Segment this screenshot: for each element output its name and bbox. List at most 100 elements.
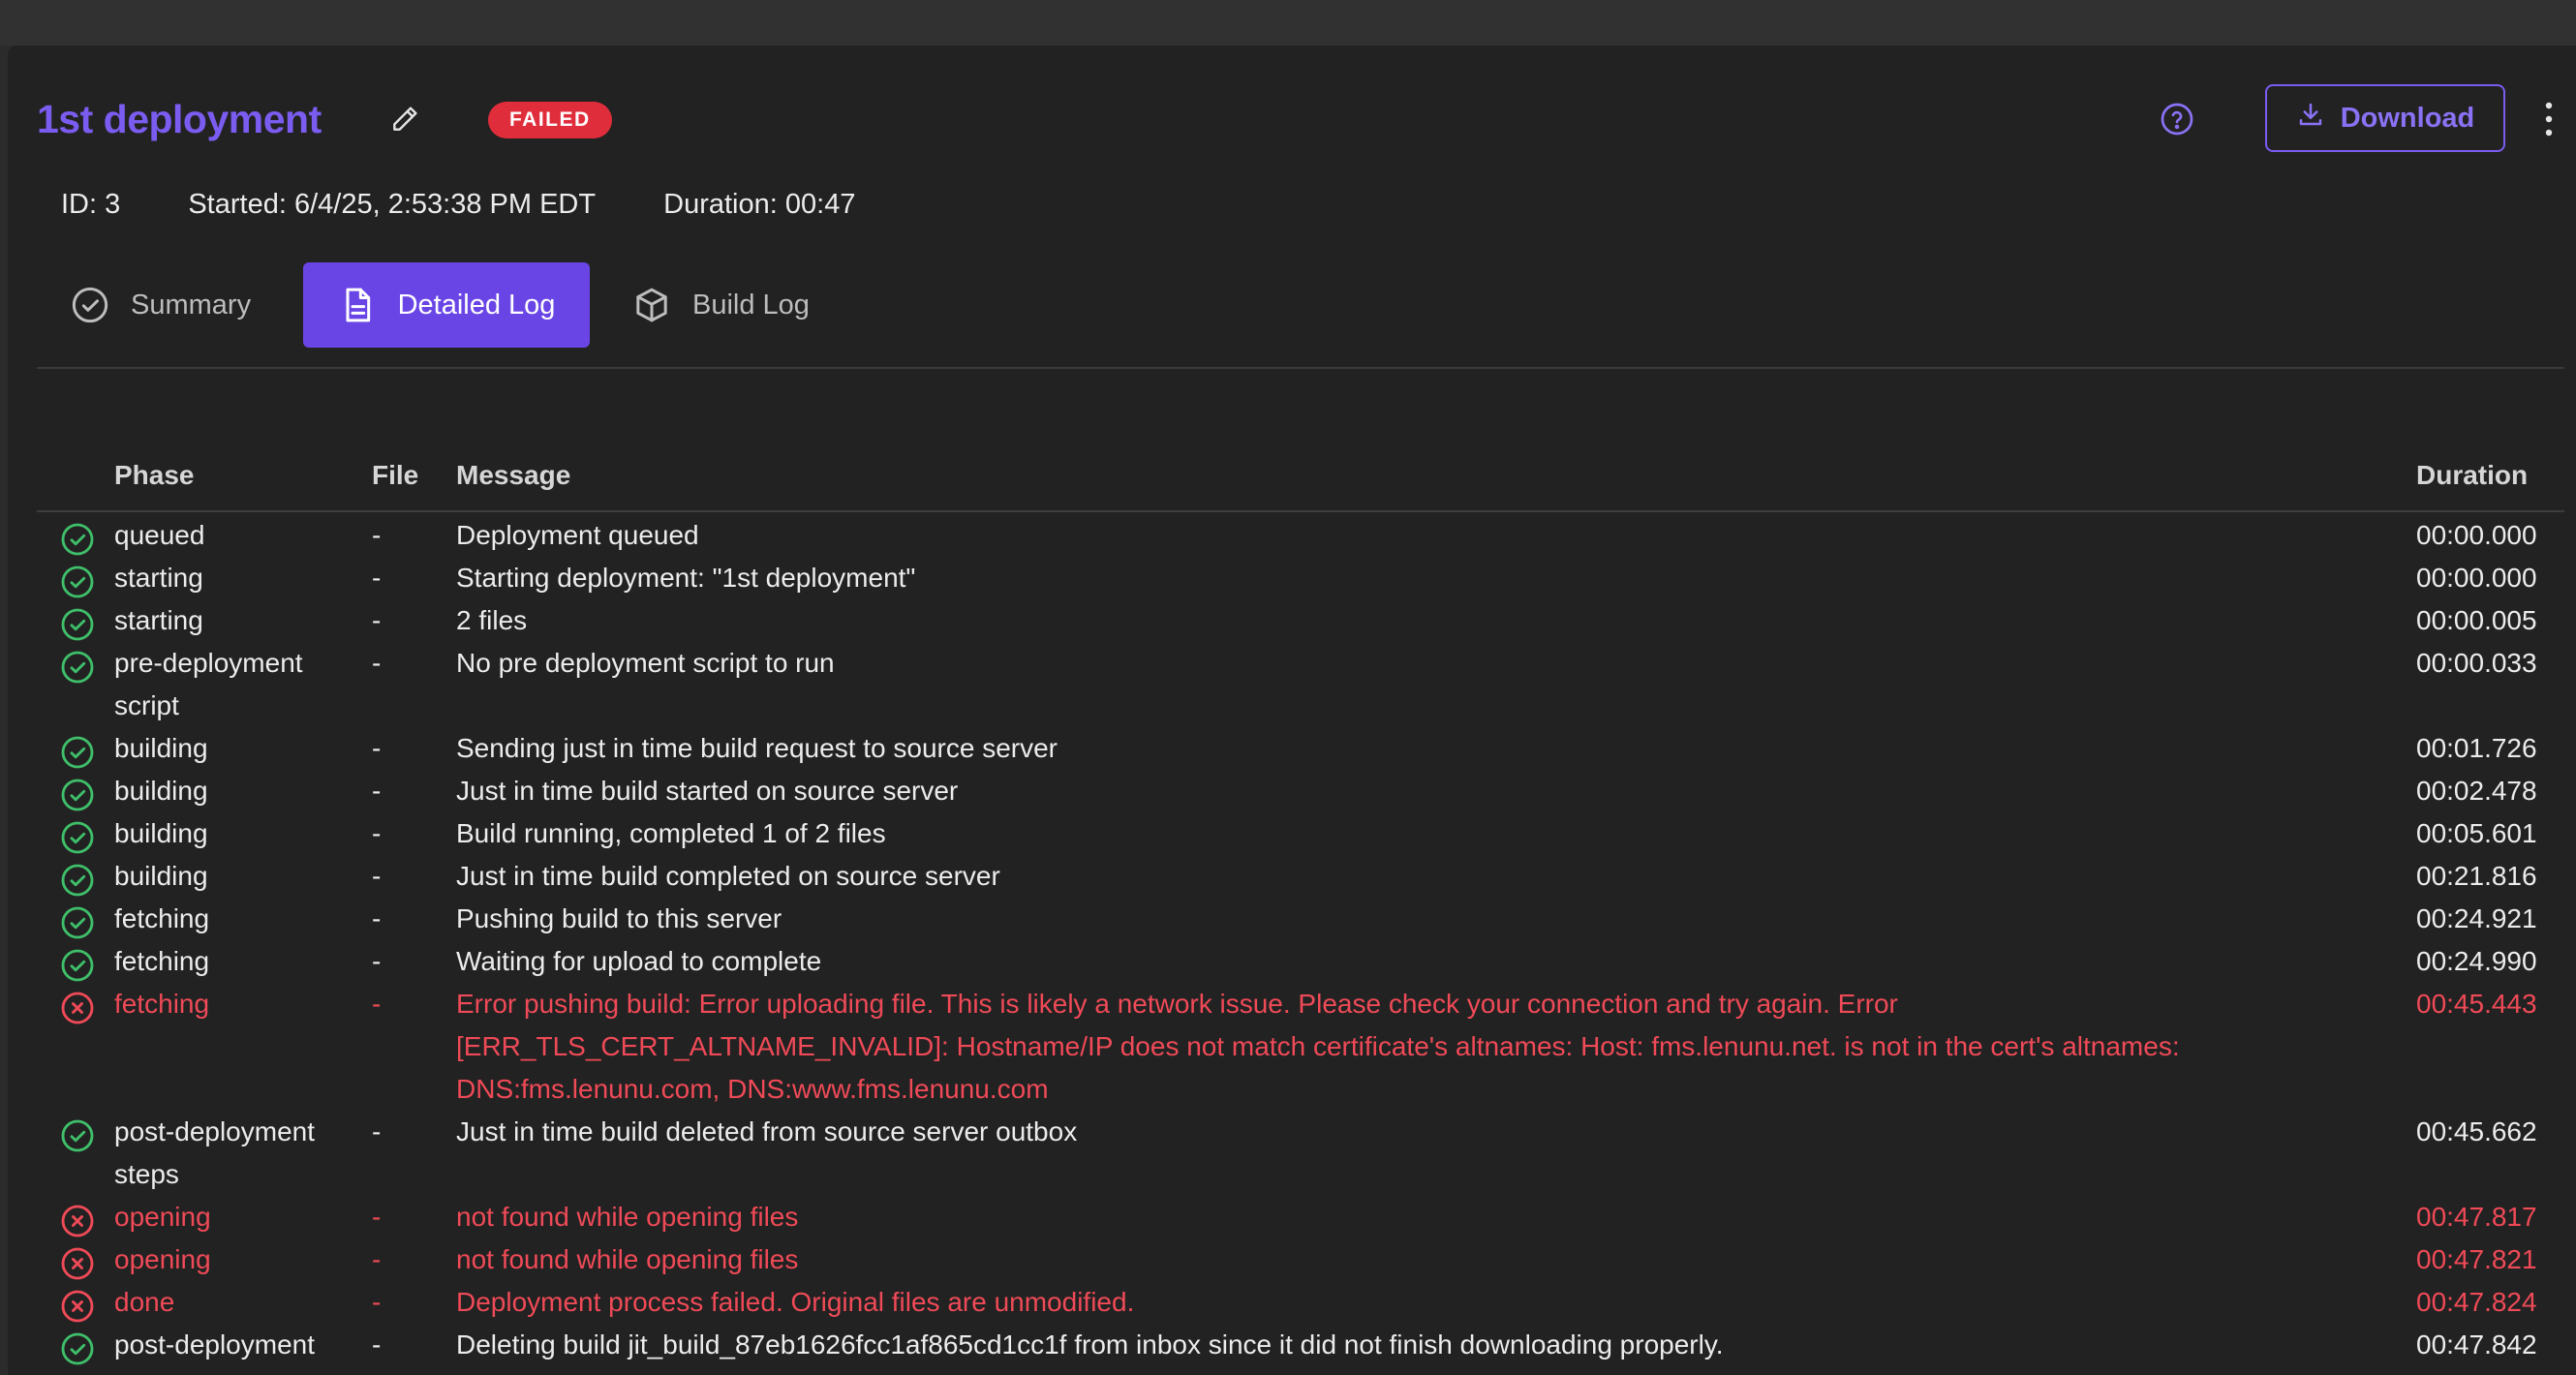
phase-cell: fetching: [114, 903, 210, 933]
message-cell: Just in time build started on source ser…: [456, 776, 959, 806]
message-cell: not found while opening files: [456, 1202, 799, 1232]
error-circle-icon: [60, 991, 95, 1025]
file-cell: -: [372, 1287, 382, 1317]
table-row: starting - 2 files 00:00.005: [37, 599, 2564, 642]
file-cell: -: [372, 946, 382, 976]
message-cell: Deployment queued: [456, 520, 699, 550]
table-row: post-deployment steps - Deleting build jit…: [37, 1324, 2564, 1375]
tab-summary[interactable]: Summary: [71, 262, 264, 348]
duration-cell: 00:21.816: [2416, 861, 2537, 891]
download-label: Download: [2340, 102, 2475, 134]
phase-cell: fetching: [114, 989, 210, 1019]
file-cell: -: [372, 563, 382, 593]
tab-detailed-log-label: Detailed Log: [397, 289, 556, 321]
download-button[interactable]: Download: [2265, 84, 2505, 152]
duration-cell: 00:24.921: [2416, 903, 2537, 933]
tab-build-log[interactable]: Build Log: [632, 262, 845, 348]
success-check-icon: [60, 820, 95, 855]
deployment-title: 1st deployment: [37, 97, 322, 141]
duration-cell: 00:01.726: [2416, 733, 2537, 763]
message-cell: Pushing build to this server: [456, 903, 782, 933]
phase-cell: post-deployment steps: [114, 1116, 316, 1189]
log-tabs: Summary Detailed Log Build Log: [37, 262, 2574, 348]
table-row: opening - not found while opening files 00:…: [37, 1238, 2564, 1281]
pencil-icon[interactable]: [389, 104, 420, 135]
table-row: building - Just in time build completed on…: [37, 855, 2564, 898]
tabs-divider: [37, 367, 2564, 369]
col-phase[interactable]: Phase: [114, 460, 195, 491]
message-cell: No pre deployment script to run: [456, 648, 835, 678]
file-cell: -: [372, 520, 382, 550]
table-row: building - Just in time build started on s…: [37, 770, 2564, 812]
table-row: pre-deployment script - No pre deployment …: [37, 642, 2564, 727]
message-cell: Just in time build deleted from source s…: [456, 1116, 1078, 1146]
table-row: done - Deployment process failed. Original…: [37, 1281, 2564, 1324]
file-cell: -: [372, 903, 382, 933]
more-options-icon[interactable]: [2537, 98, 2561, 140]
phase-cell: starting: [114, 563, 203, 593]
message-cell: Build running, completed 1 of 2 files: [456, 818, 886, 848]
message-cell: Sending just in time build request to so…: [456, 733, 1058, 763]
success-check-icon: [60, 778, 95, 812]
message-cell: Deployment process failed. Original file…: [456, 1287, 1135, 1317]
id-value: 3: [105, 189, 121, 220]
duration-cell: 00:47.821: [2416, 1244, 2537, 1274]
duration-cell: 00:05.601: [2416, 818, 2537, 848]
file-cell: -: [372, 1244, 382, 1274]
message-cell: 2 files: [456, 605, 528, 635]
phase-cell: pre-deployment script: [114, 648, 303, 720]
table-row: queued - Deployment queued 00:00.000: [37, 514, 2564, 557]
deployment-meta: ID: 3 Started: 6/4/25, 2:53:38 PM EDT Du…: [61, 189, 855, 221]
tab-detailed-log[interactable]: Detailed Log: [303, 262, 590, 348]
duration-cell: 00:02.478: [2416, 776, 2537, 806]
success-check-icon: [60, 863, 95, 898]
table-row: post-deployment steps - Just in time build…: [37, 1111, 2564, 1196]
table-row: fetching - Waiting for upload to complete 0…: [37, 940, 2564, 983]
phase-cell: building: [114, 776, 208, 806]
message-cell: Waiting for upload to complete: [456, 946, 822, 976]
tab-build-log-label: Build Log: [692, 289, 810, 321]
check-circle-icon: [72, 287, 108, 323]
file-cell: -: [372, 648, 382, 678]
phase-cell: post-deployment steps: [114, 1329, 316, 1375]
deployment-header: 1st deployment FAILED Download: [37, 84, 2555, 154]
phase-cell: building: [114, 861, 208, 891]
message-cell: Deleting build jit_build_87eb1626fcc1af8…: [456, 1329, 1724, 1360]
table-row: fetching - Pushing build to this server 00:…: [37, 898, 2564, 940]
duration-cell: 00:47.817: [2416, 1202, 2537, 1232]
started-value: 6/4/25, 2:53:38 PM EDT: [293, 189, 597, 220]
duration-value: 00:47: [784, 189, 856, 220]
file-cell: -: [372, 733, 382, 763]
col-file[interactable]: File: [372, 460, 418, 491]
duration-cell: 00:00.005: [2416, 605, 2537, 635]
file-cell: -: [372, 818, 382, 848]
phase-cell: building: [114, 818, 208, 848]
duration-cell: 00:45.443: [2416, 989, 2537, 1019]
success-check-icon: [60, 735, 95, 770]
tab-summary-label: Summary: [131, 289, 252, 321]
file-cell: -: [372, 1329, 382, 1360]
document-icon: [346, 288, 370, 322]
duration-label: Duration:: [663, 189, 778, 220]
app-top-bar: [0, 0, 2576, 46]
table-row: building - Sending just in time build requ…: [37, 727, 2564, 770]
col-duration[interactable]: Duration: [2416, 460, 2528, 491]
box-icon: [636, 288, 667, 322]
success-check-icon: [60, 522, 95, 557]
table-body: queued - Deployment queued 00:00.000 startin…: [37, 514, 2564, 1375]
phase-cell: queued: [114, 520, 205, 550]
table-header: Phase File Message Duration: [37, 444, 2564, 512]
duration-cell: 00:24.990: [2416, 946, 2537, 976]
message-cell: not found while opening files: [456, 1244, 799, 1274]
message-cell: Error pushing build: Error uploading fil…: [456, 989, 2180, 1104]
help-icon[interactable]: [2160, 102, 2194, 137]
deployment-panel: 1st deployment FAILED Download ID: 3 Sta…: [8, 46, 2576, 1375]
phase-cell: done: [114, 1287, 175, 1317]
table-row: building - Build running, completed 1 of 2…: [37, 812, 2564, 855]
success-check-icon: [60, 905, 95, 940]
duration-cell: 00:00.000: [2416, 563, 2537, 593]
col-message[interactable]: Message: [456, 460, 570, 491]
file-cell: -: [372, 989, 382, 1019]
log-table: Phase File Message Duration queued - Deplo…: [37, 444, 2564, 1375]
success-check-icon: [60, 565, 95, 599]
